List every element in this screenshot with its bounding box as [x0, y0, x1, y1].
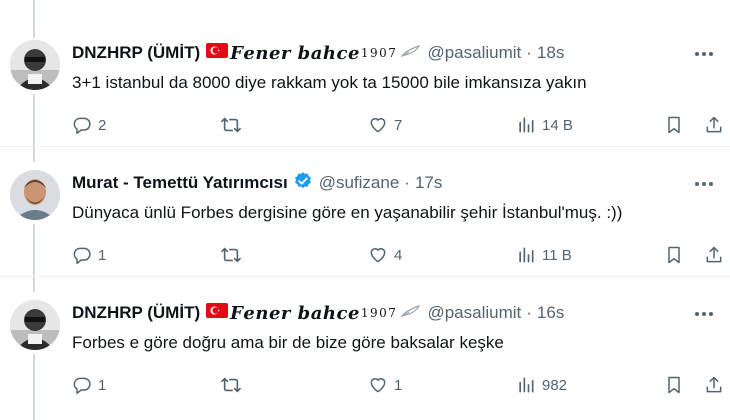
tweet-1[interactable]: DNZHRP (ÜMİT) 𝑭𝒆𝒏𝒆𝒓 𝒃𝒂𝒉𝒄𝒆 1907 @pasalium… [0, 0, 730, 135]
repost-icon [220, 375, 242, 395]
reply-count: 1 [98, 376, 107, 394]
timestamp[interactable]: 18s [537, 43, 564, 63]
repost-button[interactable] [220, 373, 248, 397]
display-name[interactable]: Murat - Temettü Yatırımcısı [72, 173, 288, 193]
tweet-2[interactable]: Murat - Temettü Yatırımcısı @sufizane · … [0, 130, 730, 265]
quill-icon [400, 303, 421, 323]
handle[interactable]: @pasaliumit [427, 303, 521, 323]
separator-dot: · [404, 173, 410, 192]
timestamp[interactable]: 17s [415, 173, 442, 193]
bookmark-icon [664, 375, 684, 395]
turkey-flag-icon [206, 303, 229, 323]
tweet-header: Murat - Temettü Yatırımcısı @sufizane · … [72, 171, 442, 195]
tweet-text: Forbes e göre doğru ama bir de bize göre… [72, 333, 504, 352]
display-name-fancy: 𝑭𝒆𝒏𝒆𝒓 𝒃𝒂𝒉𝒄𝒆 [230, 302, 360, 324]
like-icon [368, 375, 388, 395]
display-name-sup: 1907 [360, 46, 398, 60]
separator-dot: · [526, 43, 532, 62]
action-bar: 1 1 982 [72, 373, 724, 397]
like-count: 1 [394, 376, 403, 394]
share-icon [704, 375, 724, 395]
like-button[interactable]: 1 [368, 373, 402, 397]
more-icon[interactable] [692, 42, 716, 66]
tweet-header: DNZHRP (ÜMİT) 𝑭𝒆𝒏𝒆𝒓 𝒃𝒂𝒉𝒄𝒆 1907 @pasalium… [72, 41, 564, 65]
verified-badge-icon [293, 171, 313, 196]
bookmark-button[interactable] [664, 373, 684, 397]
views-count: 982 [542, 376, 568, 394]
turkey-flag-icon [206, 43, 229, 63]
more-icon[interactable] [692, 172, 716, 196]
handle[interactable]: @pasaliumit [427, 43, 521, 63]
more-icon[interactable] [692, 302, 716, 326]
tweet-text: Dünyaca ünlü Forbes dergisine göre en ya… [72, 203, 623, 222]
separator-dot: · [526, 303, 532, 322]
reply-icon [72, 375, 92, 395]
display-name[interactable]: DNZHRP (ÜMİT) [72, 303, 200, 323]
share-button[interactable] [704, 373, 724, 397]
display-name-fancy: 𝑭𝒆𝒏𝒆𝒓 𝒃𝒂𝒉𝒄𝒆 [230, 42, 360, 64]
timestamp[interactable]: 16s [537, 303, 564, 323]
handle[interactable]: @sufizane [319, 173, 400, 193]
tweet-3[interactable]: DNZHRP (ÜMİT) 𝑭𝒆𝒏𝒆𝒓 𝒃𝒂𝒉𝒄𝒆 1907 @pasalium… [0, 260, 730, 395]
reply-button[interactable]: 1 [72, 373, 106, 397]
avatar[interactable] [10, 170, 60, 220]
avatar[interactable] [10, 300, 60, 350]
quill-icon [400, 43, 421, 63]
display-name-sup: 1907 [360, 306, 398, 320]
views-button[interactable]: 982 [516, 373, 567, 397]
views-icon [516, 375, 536, 395]
tweet-header: DNZHRP (ÜMİT) 𝑭𝒆𝒏𝒆𝒓 𝒃𝒂𝒉𝒄𝒆 1907 @pasalium… [72, 301, 564, 325]
tweet-text: 3+1 istanbul da 8000 diye rakkam yok ta … [72, 73, 587, 92]
display-name[interactable]: DNZHRP (ÜMİT) [72, 43, 200, 63]
avatar[interactable] [10, 40, 60, 90]
